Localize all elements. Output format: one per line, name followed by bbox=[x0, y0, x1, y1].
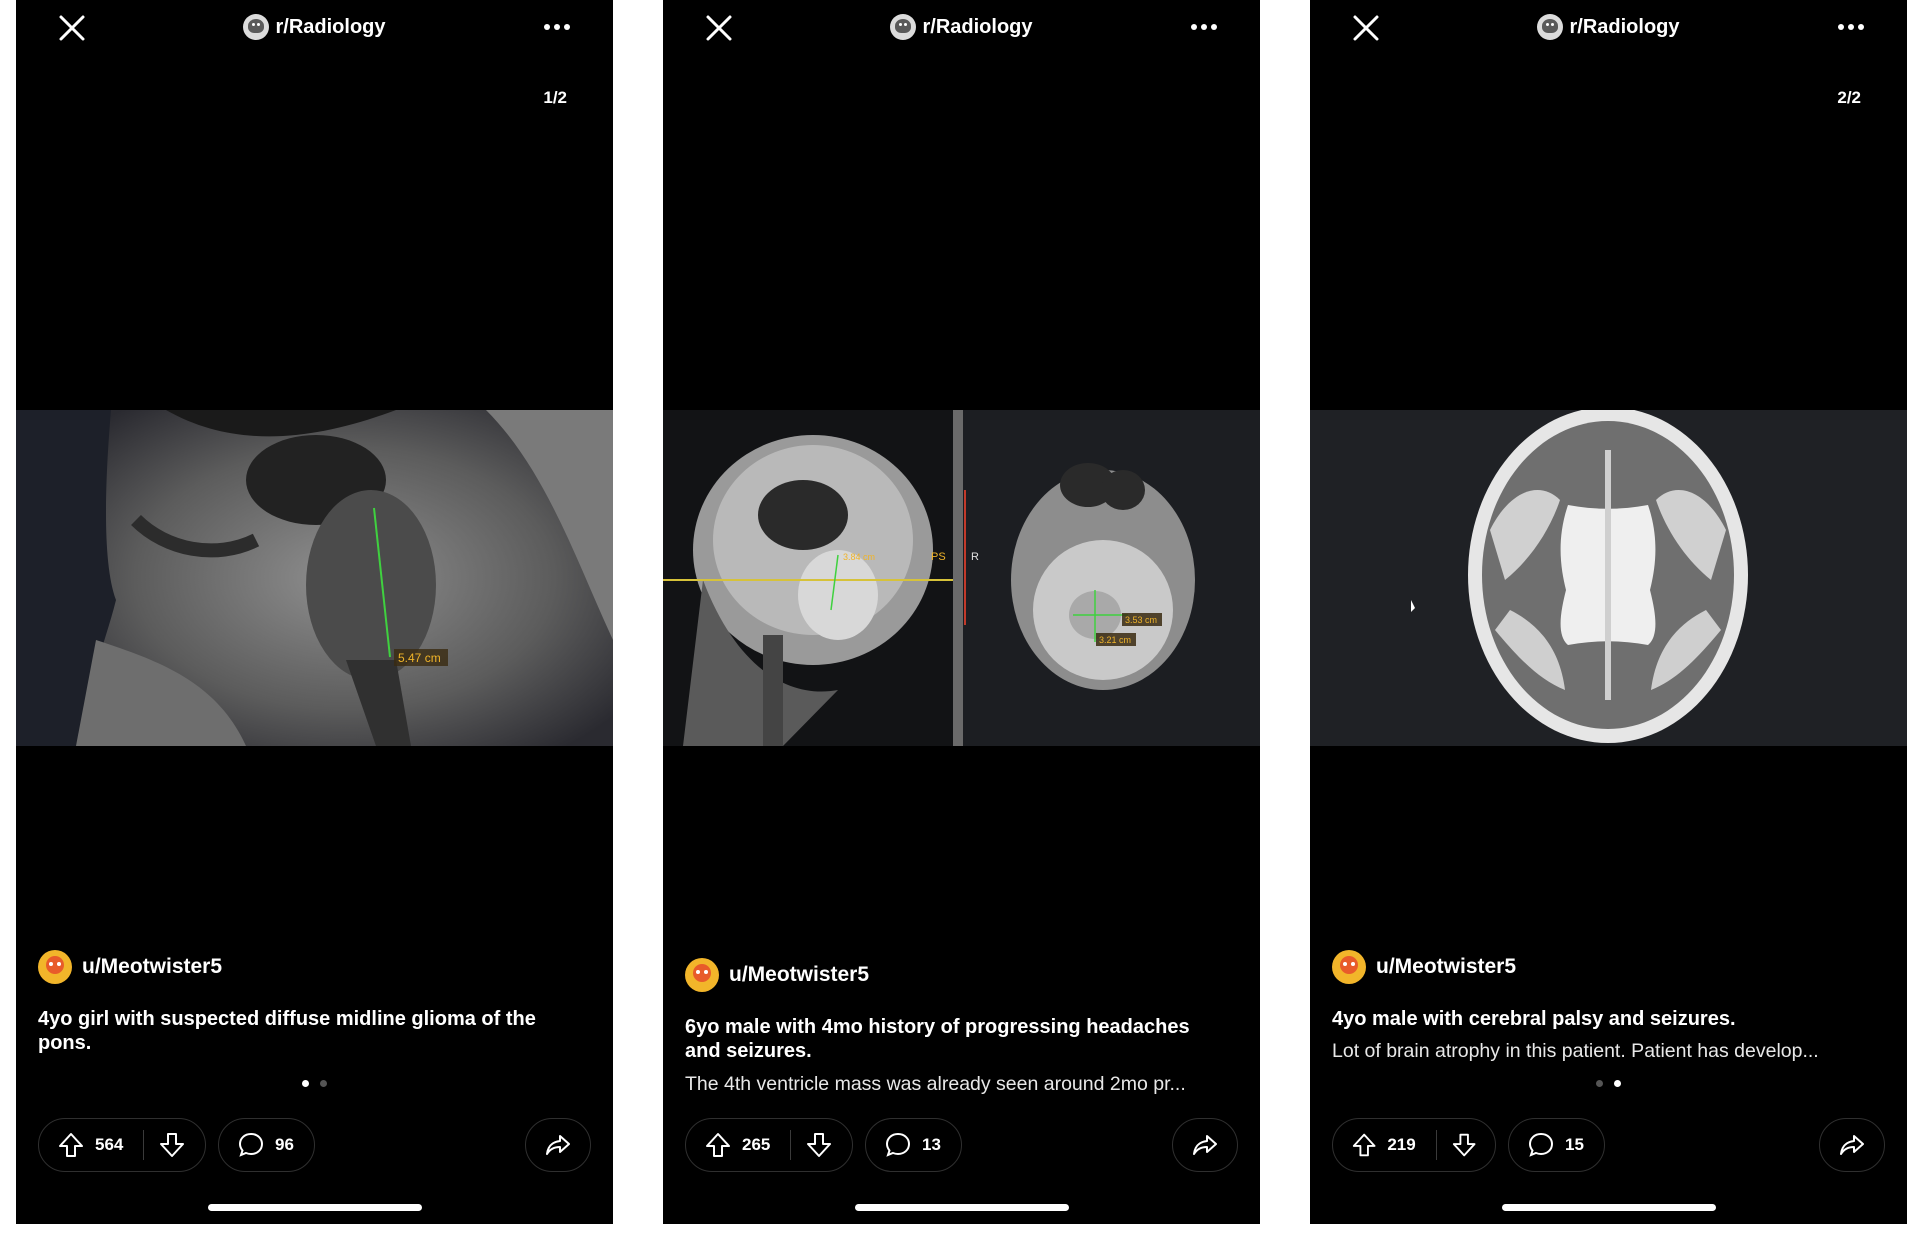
carousel-dot-active bbox=[1614, 1080, 1621, 1087]
more-icon[interactable] bbox=[1188, 14, 1220, 40]
avatar bbox=[38, 950, 72, 984]
downvote-icon[interactable] bbox=[1451, 1131, 1477, 1159]
carousel-dot bbox=[1596, 1080, 1603, 1087]
subreddit-icon bbox=[243, 14, 270, 40]
upvote-count: 219 bbox=[1387, 1135, 1416, 1154]
post-image[interactable]: 5.47 cm bbox=[16, 410, 613, 746]
orientation-label: R bbox=[971, 551, 979, 563]
share-button[interactable] bbox=[1819, 1118, 1885, 1172]
home-indicator[interactable] bbox=[207, 1204, 422, 1211]
vote-pill: 219 bbox=[1332, 1118, 1496, 1172]
orientation-label: PS bbox=[931, 551, 946, 563]
post-title: 4yo girl with suspected diffuse midline … bbox=[38, 1008, 536, 1054]
comment-icon bbox=[238, 1132, 264, 1157]
measure-label: 3.84 cm bbox=[843, 552, 875, 562]
avatar bbox=[1332, 950, 1366, 984]
comment-count: 13 bbox=[922, 1135, 941, 1154]
subreddit-name: r/Radiology bbox=[922, 15, 1033, 38]
comment-button[interactable]: 15 bbox=[1508, 1118, 1605, 1172]
share-button[interactable] bbox=[1172, 1118, 1238, 1172]
top-bar: r/Radiology bbox=[663, 0, 1260, 56]
comment-button[interactable]: 13 bbox=[865, 1118, 962, 1172]
post-title: 4yo male with cerebral palsy and seizure… bbox=[1332, 1008, 1736, 1030]
post-image[interactable] bbox=[1310, 410, 1907, 746]
post-author[interactable]: u/Meotwister5 bbox=[38, 950, 222, 984]
share-icon bbox=[1193, 1135, 1217, 1155]
author-name: u/Meotwister5 bbox=[1376, 955, 1517, 978]
vote-pill: 265 bbox=[685, 1118, 853, 1172]
share-button[interactable] bbox=[525, 1118, 591, 1172]
post-image[interactable]: 3.84 cm PS R 3.53 cm 3.21 cm bbox=[663, 410, 1260, 746]
post-title: 6yo male with 4mo history of progressing… bbox=[685, 1016, 1190, 1062]
top-bar: r/Radiology bbox=[16, 0, 613, 56]
carousel-dots bbox=[1310, 1080, 1907, 1087]
author-name: u/Meotwister5 bbox=[82, 955, 223, 978]
post-description: The 4th ventricle mass was already seen … bbox=[685, 1073, 1186, 1095]
downvote-icon[interactable] bbox=[805, 1131, 833, 1159]
upvote-count: 564 bbox=[95, 1135, 124, 1154]
more-icon[interactable] bbox=[1835, 14, 1867, 40]
comment-count: 15 bbox=[1565, 1135, 1584, 1154]
image-counter: 1/2 bbox=[543, 88, 567, 107]
image-counter: 2/2 bbox=[1837, 88, 1861, 107]
subreddit-header[interactable]: r/Radiology bbox=[1310, 14, 1907, 40]
carousel-dot-active bbox=[302, 1080, 309, 1087]
carousel-dot bbox=[320, 1080, 327, 1087]
post-screen-3: r/Radiology 2/2 u/Meotwister5 4yo male w… bbox=[1310, 0, 1907, 1224]
avatar bbox=[685, 958, 719, 992]
axial-mri-image bbox=[1310, 410, 1907, 746]
share-icon bbox=[546, 1135, 570, 1155]
home-indicator[interactable] bbox=[1501, 1204, 1716, 1211]
post-author[interactable]: u/Meotwister5 bbox=[685, 958, 869, 992]
post-description: Lot of brain atrophy in this patient. Pa… bbox=[1332, 1040, 1819, 1062]
subreddit-name: r/Radiology bbox=[275, 15, 386, 38]
action-bar: 219 15 bbox=[1332, 1118, 1885, 1174]
upvote-icon[interactable] bbox=[1351, 1131, 1377, 1159]
post-screen-2: r/Radiology 3.84 cm PS R 3.53 cm 3.21 cm… bbox=[663, 0, 1260, 1224]
share-icon bbox=[1840, 1135, 1864, 1155]
measure-label: 3.53 cm bbox=[1125, 615, 1157, 625]
subreddit-header[interactable]: r/Radiology bbox=[663, 14, 1260, 40]
vote-pill: 564 bbox=[38, 1118, 206, 1172]
home-indicator[interactable] bbox=[854, 1204, 1069, 1211]
subreddit-icon bbox=[1537, 14, 1564, 40]
action-bar: 265 13 bbox=[685, 1118, 1238, 1174]
top-bar: r/Radiology bbox=[1310, 0, 1907, 56]
subreddit-name: r/Radiology bbox=[1569, 15, 1680, 38]
upvote-icon[interactable] bbox=[57, 1131, 85, 1159]
comment-icon bbox=[885, 1132, 911, 1157]
measure-label: 5.47 cm bbox=[398, 651, 441, 665]
action-bar: 564 96 bbox=[38, 1118, 591, 1174]
comment-icon bbox=[1528, 1132, 1554, 1157]
upvote-count: 265 bbox=[742, 1135, 771, 1154]
sagittal-mri-image: 5.47 cm bbox=[16, 410, 613, 746]
measure-label: 3.21 cm bbox=[1099, 635, 1131, 645]
author-name: u/Meotwister5 bbox=[729, 963, 870, 986]
upvote-icon[interactable] bbox=[704, 1131, 732, 1159]
subreddit-header[interactable]: r/Radiology bbox=[16, 14, 613, 40]
more-icon[interactable] bbox=[541, 14, 573, 40]
comment-count: 96 bbox=[275, 1135, 294, 1154]
subreddit-icon bbox=[890, 14, 917, 40]
post-screen-1: r/Radiology 1/2 5.47 cm u/Meotwister5 4y… bbox=[16, 0, 613, 1224]
post-author[interactable]: u/Meotwister5 bbox=[1332, 950, 1516, 984]
comment-button[interactable]: 96 bbox=[218, 1118, 315, 1172]
carousel-dots bbox=[16, 1080, 613, 1087]
downvote-icon[interactable] bbox=[158, 1131, 186, 1159]
dual-mri-image: 3.84 cm PS R 3.53 cm 3.21 cm bbox=[663, 410, 1260, 746]
